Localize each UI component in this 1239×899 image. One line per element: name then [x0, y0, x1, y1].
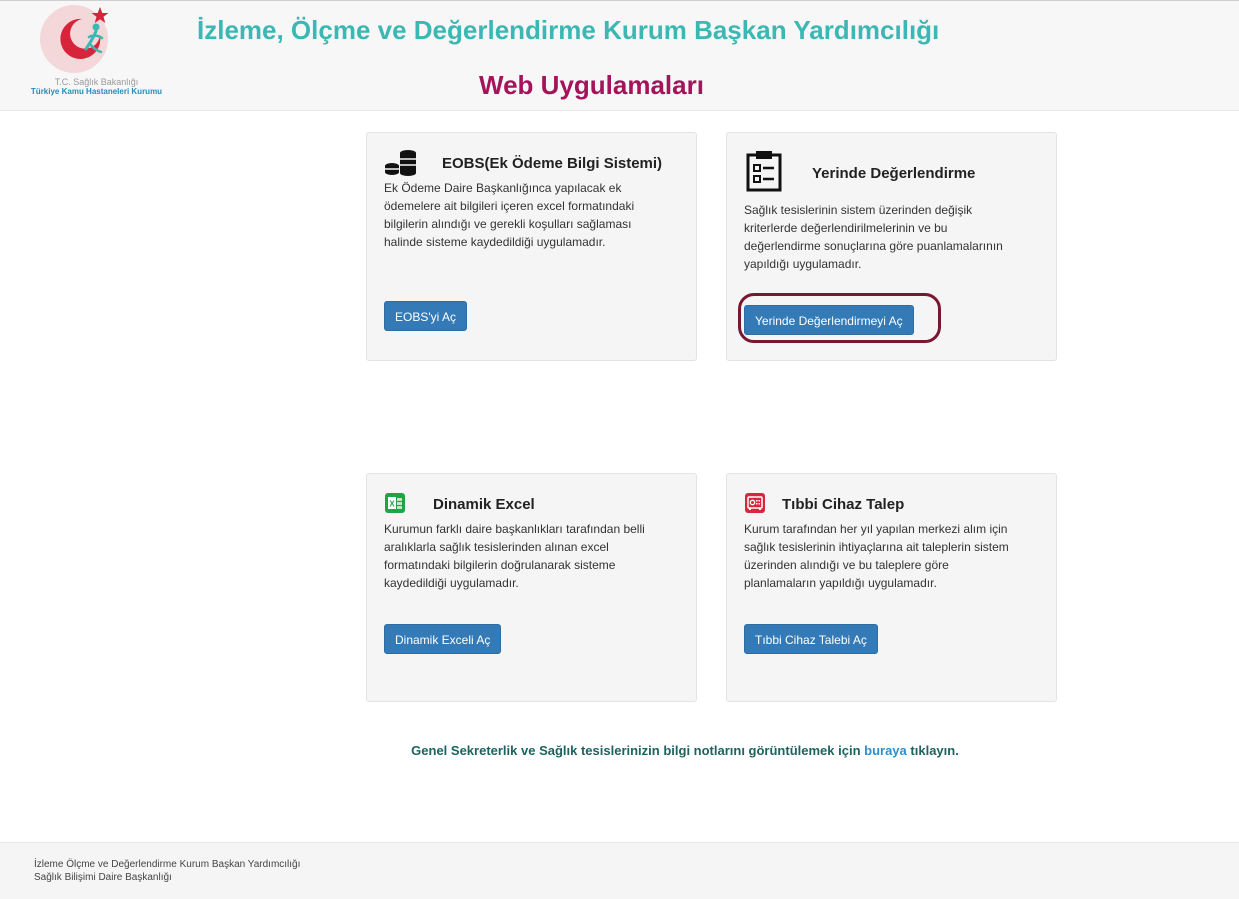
- description-line: değerlendirme sonuçlarına göre puanlamal…: [744, 239, 1003, 253]
- info-notice: Genel Sekreterlik ve Sağlık tesisleriniz…: [0, 743, 1239, 758]
- card-dinamik-excel: X Dinamik Excel Kurumun farklı daire baş…: [366, 473, 697, 702]
- description-line: kriterlerde değerlendirilmelerinin ve bu: [744, 221, 948, 235]
- description-line: Sağlık tesislerinin sistem üzerinden değ…: [744, 203, 973, 217]
- description-line: formatındaki bilgilerin doğrulanarak sis…: [384, 558, 616, 572]
- open-eobs-button[interactable]: EOBS'yi Aç: [384, 301, 467, 331]
- logo-emblem-icon: [40, 5, 109, 73]
- highlight-outline: [738, 293, 941, 343]
- notice-text-before: Genel Sekreterlik ve Sağlık tesisleriniz…: [411, 743, 861, 758]
- card-description: Sağlık tesislerinin sistem üzerinden değ…: [744, 201, 1003, 273]
- site-title: İzleme, Ölçme ve Değerlendirme Kurum Baş…: [197, 15, 940, 45]
- description-line: sağlık tesislerinin ihtiyaçlarına ait ta…: [744, 540, 1009, 554]
- description-line: Kurum tarafından her yıl yapılan merkezi…: [744, 522, 1008, 536]
- card-title: Dinamik Excel: [433, 496, 535, 513]
- card-tibbi-cihaz-talep: Tıbbi Cihaz Talep Kurum tarafından her y…: [726, 473, 1057, 702]
- footer-line-2: Sağlık Bilişimi Daire Başkanlığı: [34, 872, 172, 883]
- description-line: üzerinden alındığı ve bu taleplere göre: [744, 558, 949, 572]
- description-line: halinde sisteme kaydedildiği uygulamadır…: [384, 235, 606, 249]
- description-line: kaydedildiği uygulamadır.: [384, 576, 519, 590]
- description-line: Kurumun farklı daire başkanlıkları taraf…: [384, 522, 645, 536]
- footer-line-1: İzleme Ölçme ve Değerlendirme Kurum Başk…: [34, 859, 301, 870]
- description-line: planlamaların yapıldığı uygulamadır.: [744, 576, 937, 590]
- page-header: T.C. Sağlık Bakanlığı Türkiye Kamu Hasta…: [0, 0, 1239, 111]
- description-line: ödemelere ait bilgileri içeren excel for…: [384, 199, 635, 213]
- coins-icon: [385, 150, 416, 176]
- card-description: Kurumun farklı daire başkanlıkları taraf…: [384, 520, 645, 592]
- open-tibbi-cihaz-talep-button[interactable]: Tıbbi Cihaz Talebi Aç: [744, 624, 878, 654]
- description-line: bilgilerin alındığı ve gerekli koşulları…: [384, 217, 632, 231]
- card-description: Kurum tarafından her yıl yapılan merkezi…: [744, 520, 1009, 592]
- description-line: aralıklarla sağlık tesislerinden alınan …: [384, 540, 609, 554]
- description-line: yapıldığı uygulamadır.: [744, 257, 862, 271]
- notice-text-after: tıklayın.: [910, 743, 959, 758]
- excel-icon: X: [385, 493, 405, 513]
- open-dinamik-excel-button[interactable]: Dinamik Exceli Aç: [384, 624, 502, 654]
- card-eobs: EOBS(Ek Ödeme Bilgi Sistemi) Ek Ödeme Da…: [366, 132, 697, 361]
- safe-icon: [745, 493, 765, 513]
- info-notes-link[interactable]: buraya: [864, 743, 907, 758]
- card-title: Yerinde Değerlendirme: [812, 165, 976, 182]
- card-title: EOBS(Ek Ödeme Bilgi Sistemi): [442, 155, 663, 172]
- clipboard-icon: [746, 151, 782, 192]
- page-footer: İzleme Ölçme ve Değerlendirme Kurum Başk…: [0, 842, 1239, 899]
- card-title: Tıbbi Cihaz Talep: [782, 496, 905, 513]
- card-description: Ek Ödeme Daire Başkanlığınca yapılacak e…: [384, 179, 634, 251]
- site-subtitle: Web Uygulamaları: [479, 70, 704, 100]
- svg-text:X: X: [389, 500, 395, 509]
- description-line: Ek Ödeme Daire Başkanlığınca yapılacak e…: [384, 181, 622, 195]
